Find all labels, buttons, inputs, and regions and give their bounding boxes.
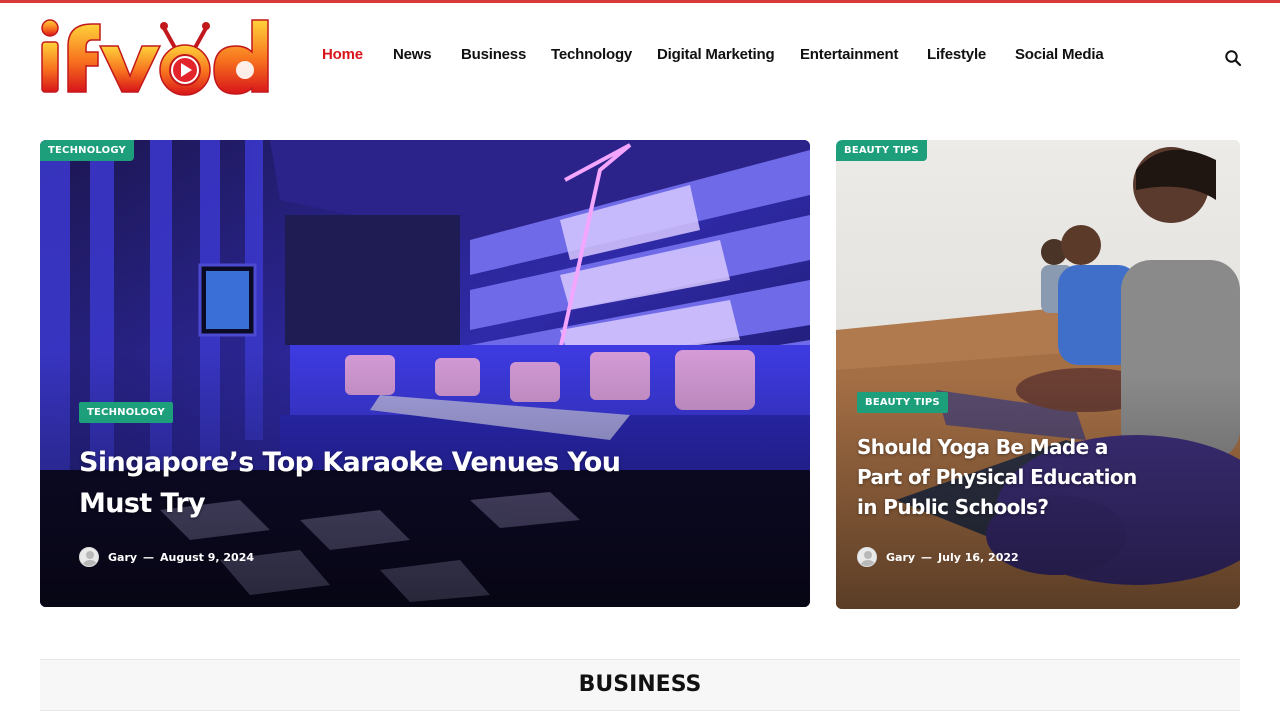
nav-technology[interactable]: Technology [551, 46, 632, 63]
section-title: BUSINESS [578, 672, 702, 697]
karaoke-room-image [40, 140, 810, 607]
search-icon[interactable] [1224, 49, 1242, 67]
business-section-header: BUSINESS [40, 659, 1240, 711]
logo-graphic [41, 19, 269, 96]
author-name[interactable]: Gary [886, 551, 915, 564]
site-logo[interactable] [38, 16, 274, 98]
category-badge-top[interactable]: BEAUTY TIPS [836, 140, 927, 161]
top-accent-line [0, 0, 1280, 3]
post-title[interactable]: Singapore’s Top Karaoke Venues You Must … [79, 442, 679, 524]
author-avatar[interactable] [79, 547, 99, 567]
category-badge[interactable]: BEAUTY TIPS [857, 392, 948, 413]
author-name[interactable]: Gary [108, 551, 137, 564]
post-meta: Gary — August 9, 2024 [79, 547, 254, 567]
nav-news[interactable]: News [393, 46, 432, 63]
yoga-class-image [836, 140, 1240, 609]
category-badge[interactable]: TECHNOLOGY [79, 402, 173, 423]
featured-post-yoga[interactable]: BEAUTY TIPS BEAUTY TIPS Should Yoga Be M… [836, 140, 1240, 609]
post-date: August 9, 2024 [160, 550, 255, 564]
nav-business[interactable]: Business [461, 46, 526, 63]
featured-post-karaoke[interactable]: TECHNOLOGY TECHNOLOGY Singapore’s Top Ka… [40, 140, 810, 607]
category-badge-top[interactable]: TECHNOLOGY [40, 140, 134, 161]
nav-lifestyle[interactable]: Lifestyle [927, 46, 986, 63]
post-title[interactable]: Should Yoga Be Made a Part of Physical E… [857, 432, 1157, 522]
post-date: July 16, 2022 [938, 550, 1019, 564]
author-avatar[interactable] [857, 547, 877, 567]
meta-separator: — [143, 550, 155, 564]
nav-home[interactable]: Home [322, 46, 363, 63]
nav-social-media[interactable]: Social Media [1015, 46, 1104, 63]
post-meta: Gary — July 16, 2022 [857, 547, 1019, 567]
nav-entertainment[interactable]: Entertainment [800, 46, 898, 63]
nav-digital-marketing[interactable]: Digital Marketing [657, 46, 775, 63]
meta-separator: — [921, 550, 933, 564]
